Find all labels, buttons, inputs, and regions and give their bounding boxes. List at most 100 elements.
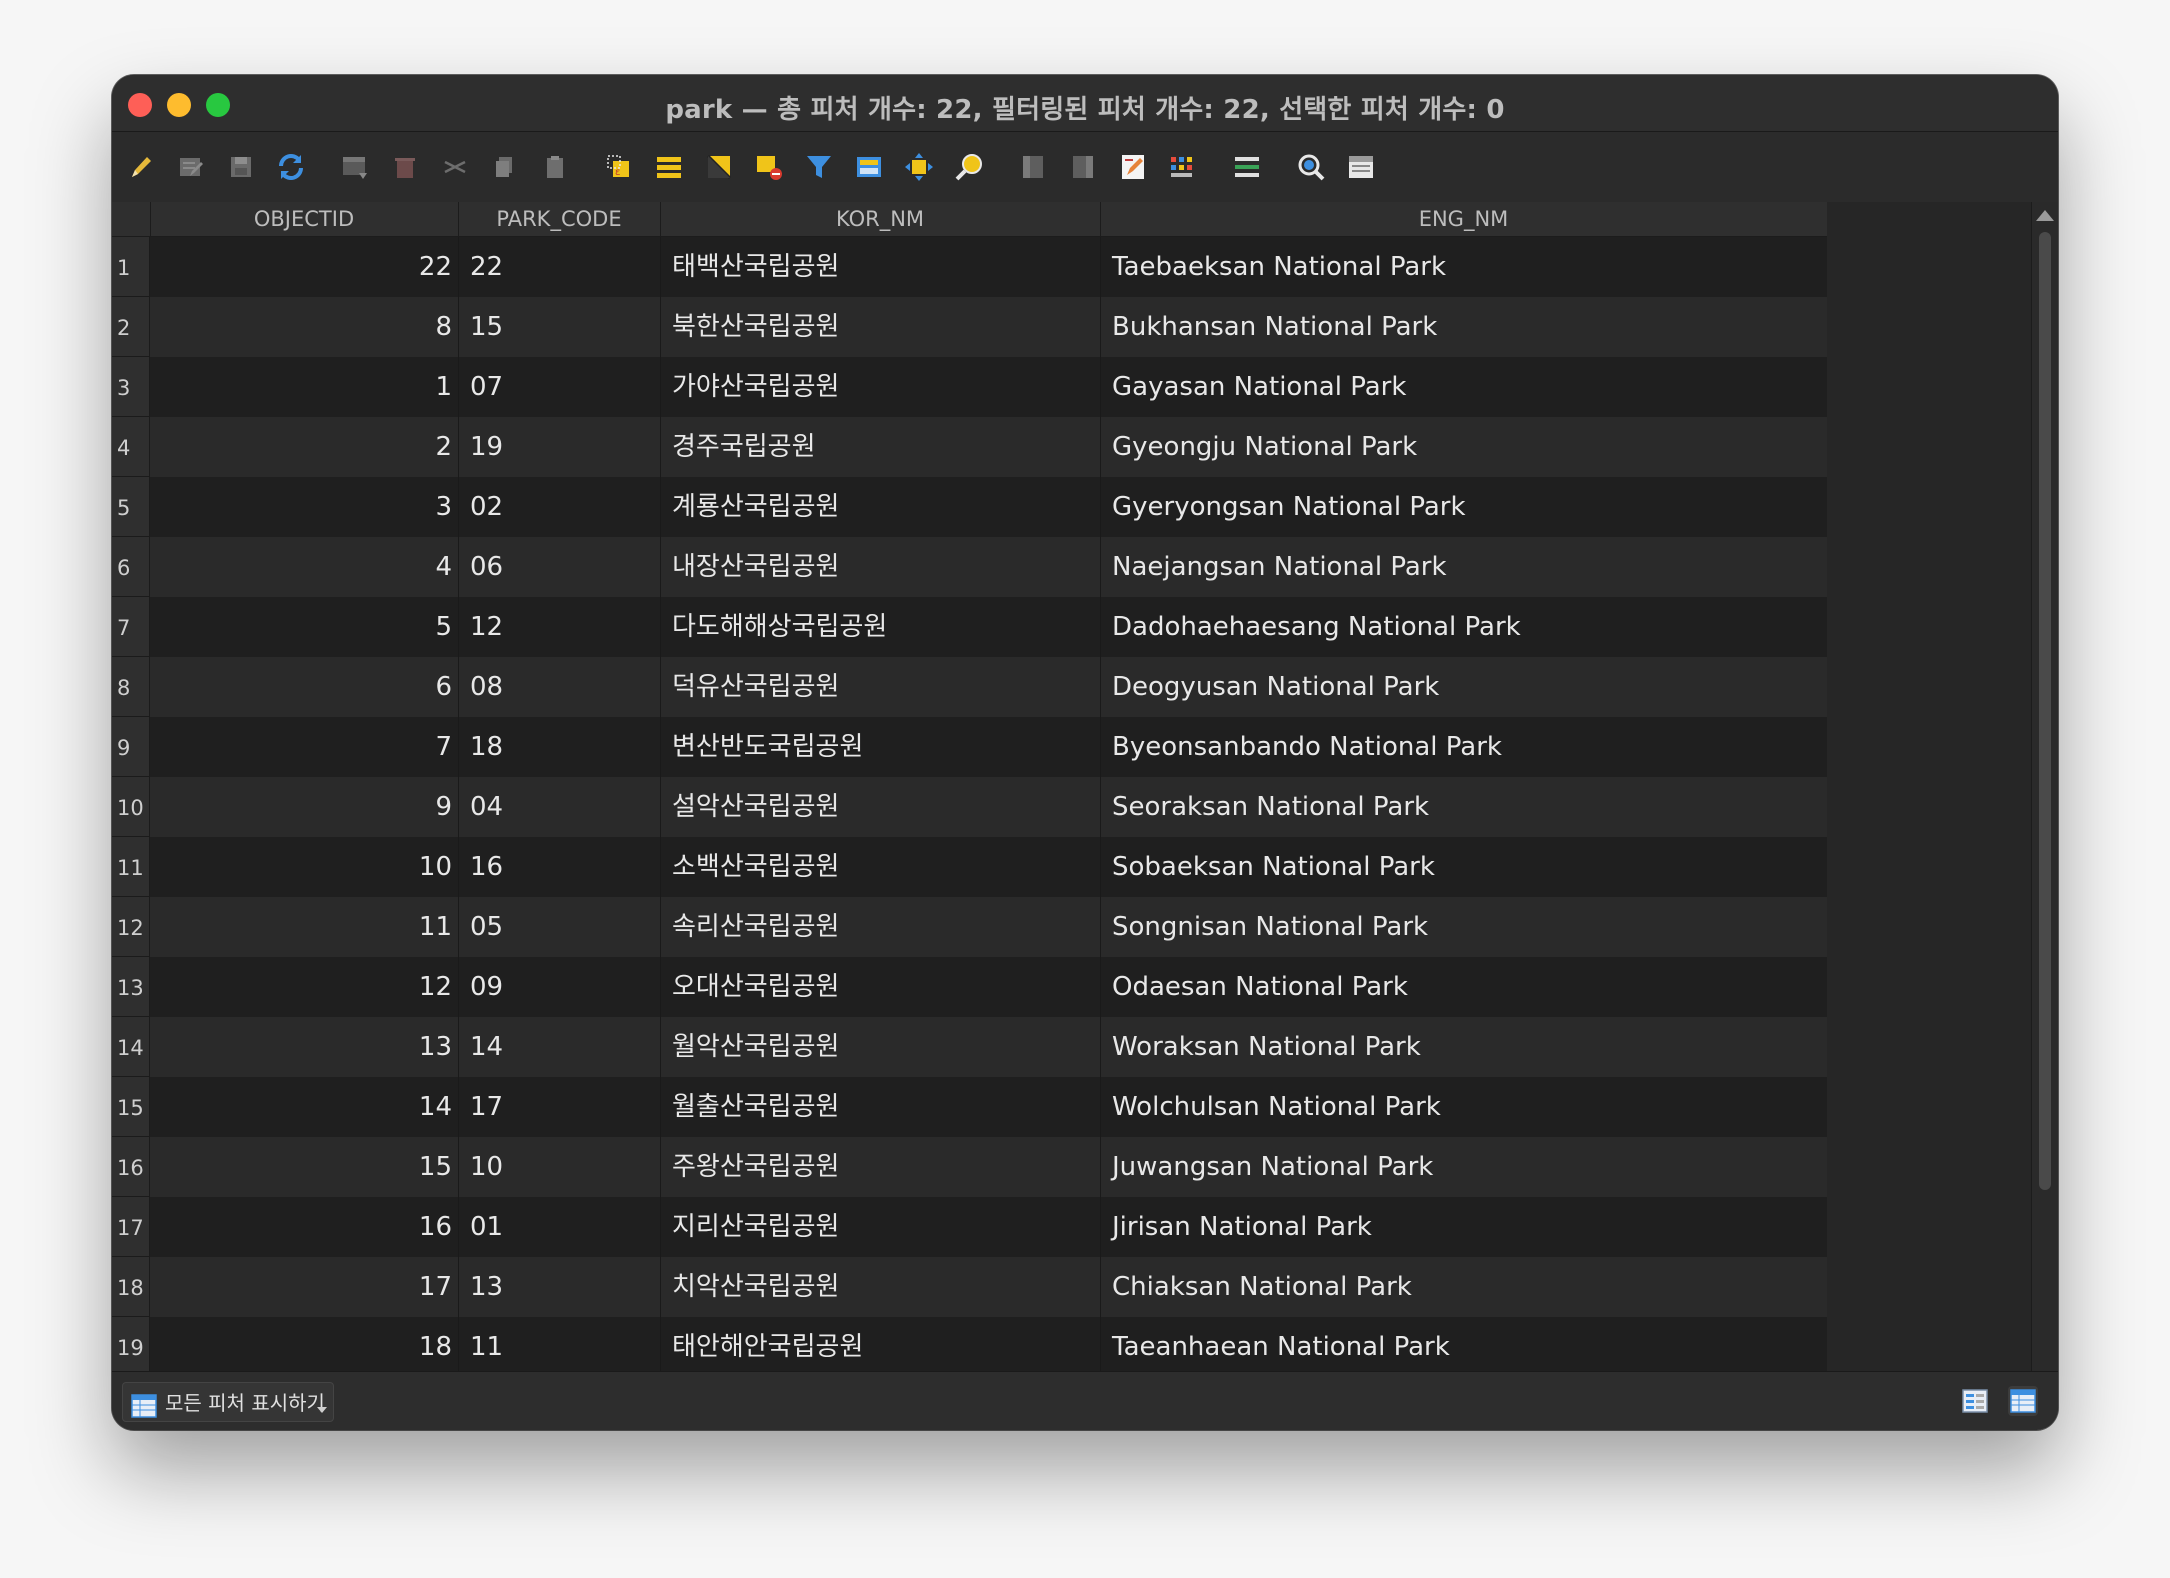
feature-filter-dropdown[interactable]: 모든 피처 표시하기: [122, 1382, 334, 1422]
cell-objectid[interactable]: 5: [150, 597, 458, 657]
cell-objectid[interactable]: 13: [150, 1017, 458, 1077]
cell-kor-nm[interactable]: 가야산국립공원: [660, 357, 1100, 417]
table-row[interactable]: 18 17 13 치악산국립공원 Chiaksan National Park: [112, 1257, 1827, 1317]
row-number[interactable]: 11: [112, 837, 150, 897]
table-row[interactable]: 10 9 04 설악산국립공원 Seoraksan National Park: [112, 777, 1827, 837]
cell-kor-nm[interactable]: 지리산국립공원: [660, 1197, 1100, 1257]
cell-park-code[interactable]: 07: [458, 357, 660, 417]
table-row[interactable]: 19 18 11 태안해안국립공원 Taeanhaean National Park: [112, 1317, 1827, 1377]
cell-objectid[interactable]: 14: [150, 1077, 458, 1137]
cell-eng-nm[interactable]: Bukhansan National Park: [1100, 297, 1827, 357]
cell-kor-nm[interactable]: 월출산국립공원: [660, 1077, 1100, 1137]
cell-eng-nm[interactable]: Taeanhaean National Park: [1100, 1317, 1827, 1377]
organize-columns-icon[interactable]: [1344, 150, 1378, 184]
cell-objectid[interactable]: 4: [150, 537, 458, 597]
cell-park-code[interactable]: 02: [458, 477, 660, 537]
column-header-kor-nm[interactable]: KOR_NM: [660, 202, 1101, 236]
cell-eng-nm[interactable]: Juwangsan National Park: [1100, 1137, 1827, 1197]
cell-kor-nm[interactable]: 다도해해상국립공원: [660, 597, 1100, 657]
field-calculator-icon[interactable]: [1116, 150, 1150, 184]
invert-selection-icon[interactable]: [702, 150, 736, 184]
pan-to-selected-icon[interactable]: [902, 150, 936, 184]
row-number[interactable]: 9: [112, 717, 150, 777]
cell-objectid[interactable]: 8: [150, 297, 458, 357]
cell-objectid[interactable]: 10: [150, 837, 458, 897]
cell-park-code[interactable]: 05: [458, 897, 660, 957]
cell-objectid[interactable]: 11: [150, 897, 458, 957]
table-row[interactable]: 6 4 06 내장산국립공원 Naejangsan National Park: [112, 537, 1827, 597]
cell-objectid[interactable]: 12: [150, 957, 458, 1017]
table-row[interactable]: 12 11 05 속리산국립공원 Songnisan National Park: [112, 897, 1827, 957]
multi-edit-icon[interactable]: [174, 150, 208, 184]
row-number[interactable]: 12: [112, 897, 150, 957]
table-row[interactable]: 1 22 22 태백산국립공원 Taebaeksan National Park: [112, 237, 1827, 297]
reload-icon[interactable]: [274, 150, 308, 184]
select-all-icon[interactable]: [652, 150, 686, 184]
row-number[interactable]: 8: [112, 657, 150, 717]
table-row[interactable]: 8 6 08 덕유산국립공원 Deogyusan National Park: [112, 657, 1827, 717]
cell-kor-nm[interactable]: 설악산국립공원: [660, 777, 1100, 837]
cell-park-code[interactable]: 22: [458, 237, 660, 297]
table-view-button[interactable]: [2008, 1386, 2038, 1416]
column-header-eng-nm[interactable]: ENG_NM: [1100, 202, 1828, 236]
cell-eng-nm[interactable]: Deogyusan National Park: [1100, 657, 1827, 717]
cell-objectid[interactable]: 15: [150, 1137, 458, 1197]
cell-kor-nm[interactable]: 변산반도국립공원: [660, 717, 1100, 777]
vertical-scrollbar[interactable]: [2031, 202, 2058, 1430]
column-header-objectid[interactable]: OBJECTID: [150, 202, 459, 236]
cell-objectid[interactable]: 3: [150, 477, 458, 537]
table-row[interactable]: 16 15 10 주왕산국립공원 Juwangsan National Park: [112, 1137, 1827, 1197]
cell-eng-nm[interactable]: Woraksan National Park: [1100, 1017, 1827, 1077]
filter-icon[interactable]: [802, 150, 836, 184]
row-number[interactable]: 14: [112, 1017, 150, 1077]
cell-kor-nm[interactable]: 월악산국립공원: [660, 1017, 1100, 1077]
cell-kor-nm[interactable]: 계룡산국립공원: [660, 477, 1100, 537]
add-feature-icon[interactable]: [338, 150, 372, 184]
row-number[interactable]: 2: [112, 297, 150, 357]
copy-icon[interactable]: [488, 150, 522, 184]
cell-objectid[interactable]: 17: [150, 1257, 458, 1317]
cell-park-code[interactable]: 04: [458, 777, 660, 837]
select-by-expression-icon[interactable]: ε: [602, 150, 636, 184]
cell-park-code[interactable]: 11: [458, 1317, 660, 1377]
cell-objectid[interactable]: 1: [150, 357, 458, 417]
row-number[interactable]: 18: [112, 1257, 150, 1317]
cell-eng-nm[interactable]: Songnisan National Park: [1100, 897, 1827, 957]
table-row[interactable]: 4 2 19 경주국립공원 Gyeongju National Park: [112, 417, 1827, 477]
form-view-button[interactable]: [1960, 1386, 1990, 1416]
cell-park-code[interactable]: 18: [458, 717, 660, 777]
row-number[interactable]: 15: [112, 1077, 150, 1137]
new-field-icon[interactable]: [1016, 150, 1050, 184]
cell-park-code[interactable]: 10: [458, 1137, 660, 1197]
table-row[interactable]: 11 10 16 소백산국립공원 Sobaeksan National Park: [112, 837, 1827, 897]
cell-eng-nm[interactable]: Naejangsan National Park: [1100, 537, 1827, 597]
row-number[interactable]: 13: [112, 957, 150, 1017]
cell-objectid[interactable]: 16: [150, 1197, 458, 1257]
cell-objectid[interactable]: 6: [150, 657, 458, 717]
table-row[interactable]: 17 16 01 지리산국립공원 Jirisan National Park: [112, 1197, 1827, 1257]
table-row[interactable]: 5 3 02 계룡산국립공원 Gyeryongsan National Park: [112, 477, 1827, 537]
cell-kor-nm[interactable]: 북한산국립공원: [660, 297, 1100, 357]
cell-kor-nm[interactable]: 오대산국립공원: [660, 957, 1100, 1017]
row-number[interactable]: 3: [112, 357, 150, 417]
cell-eng-nm[interactable]: Wolchulsan National Park: [1100, 1077, 1827, 1137]
row-number[interactable]: 7: [112, 597, 150, 657]
row-number[interactable]: 16: [112, 1137, 150, 1197]
move-selection-to-top-icon[interactable]: [852, 150, 886, 184]
row-number[interactable]: 19: [112, 1317, 150, 1377]
dock-icon[interactable]: [1294, 150, 1328, 184]
cell-eng-nm[interactable]: Taebaeksan National Park: [1100, 237, 1827, 297]
cell-eng-nm[interactable]: Gyeongju National Park: [1100, 417, 1827, 477]
cell-eng-nm[interactable]: Sobaeksan National Park: [1100, 837, 1827, 897]
zoom-to-selected-icon[interactable]: [952, 150, 986, 184]
table-row[interactable]: 15 14 17 월출산국립공원 Wolchulsan National Park: [112, 1077, 1827, 1137]
cell-park-code[interactable]: 08: [458, 657, 660, 717]
cut-icon[interactable]: [438, 150, 472, 184]
cell-kor-nm[interactable]: 주왕산국립공원: [660, 1137, 1100, 1197]
cell-eng-nm[interactable]: Gyeryongsan National Park: [1100, 477, 1827, 537]
cell-park-code[interactable]: 12: [458, 597, 660, 657]
actions-icon[interactable]: [1230, 150, 1264, 184]
cell-eng-nm[interactable]: Gayasan National Park: [1100, 357, 1827, 417]
cell-park-code[interactable]: 15: [458, 297, 660, 357]
table-row[interactable]: 14 13 14 월악산국립공원 Woraksan National Park: [112, 1017, 1827, 1077]
